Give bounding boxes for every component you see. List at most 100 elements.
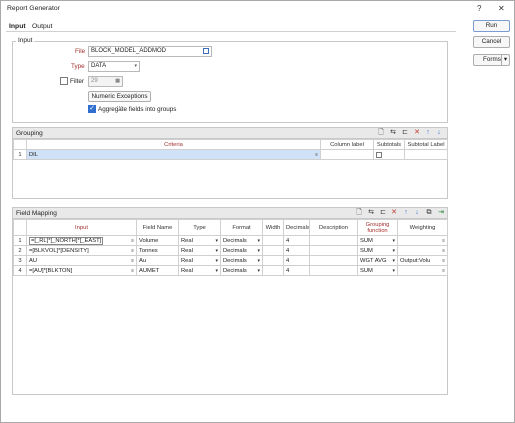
list-icon[interactable]: ≡ — [442, 248, 445, 254]
field-name-cell[interactable]: Au — [136, 255, 179, 266]
width-cell[interactable] — [262, 265, 284, 276]
list-icon[interactable]: ≡ — [131, 248, 134, 254]
move-down-icon[interactable]: ↓ — [435, 129, 443, 137]
criteria-cell[interactable]: DIL ≡ — [26, 149, 321, 160]
decimals-cell[interactable]: 4 — [283, 255, 310, 266]
input-cell[interactable]: AU ≡ — [26, 255, 137, 266]
width-cell[interactable] — [262, 255, 284, 266]
field-name-cell[interactable]: Volume — [136, 235, 179, 246]
format-cell[interactable]: Decimals ▾ — [220, 255, 263, 266]
numeric-exceptions-button[interactable]: Numeric Exceptions ... — [88, 91, 151, 109]
input-header: Input — [26, 219, 137, 236]
insert-icon[interactable]: ⇆ — [367, 209, 375, 217]
field-name-cell[interactable]: AUMET — [136, 265, 179, 276]
format-cell[interactable]: Decimals ▾ — [220, 245, 263, 256]
move-down-icon[interactable]: ↓ — [413, 209, 421, 217]
cancel-button[interactable]: Cancel — [473, 36, 510, 48]
filter-field[interactable]: 29 ▦ — [88, 76, 123, 87]
format-cell[interactable]: Decimals ▾ — [220, 265, 263, 276]
list-icon[interactable]: ≡ — [131, 268, 134, 274]
list-icon[interactable]: ≡ — [315, 152, 318, 158]
chevron-down-icon[interactable]: ▾ — [257, 268, 260, 274]
weighting-cell[interactable]: Output:Volu ≡ — [397, 255, 448, 266]
format-header: Format — [220, 219, 263, 236]
chevron-down-icon[interactable]: ▾ — [392, 268, 395, 274]
file-field[interactable]: BLOCK_MODEL_ADDMOD — [88, 46, 212, 57]
format-value: Decimals — [223, 257, 247, 264]
new-icon[interactable]: 🗋 — [377, 129, 385, 137]
list-icon[interactable]: ≡ — [131, 258, 134, 264]
chevron-down-icon[interactable]: ▾ — [215, 248, 218, 254]
insert-icon[interactable]: ⇆ — [389, 129, 397, 137]
type-select[interactable]: DATA ▾ — [88, 61, 140, 72]
browse-icon[interactable] — [203, 48, 209, 54]
type-cell[interactable]: Real ▾ — [178, 265, 221, 276]
move-up-icon[interactable]: ↑ — [424, 129, 432, 137]
chevron-down-icon[interactable]: ▾ — [392, 238, 395, 244]
tab-output[interactable]: Output — [30, 22, 54, 31]
table-row[interactable]: 1 =[_RL]*[_NORTH]*[_EAST] ≡ Volume Real ▾ … — [13, 235, 448, 246]
export-icon[interactable]: ⇥ — [437, 209, 445, 217]
chevron-down-icon[interactable]: ▾ — [215, 268, 218, 274]
chevron-down-icon[interactable]: ▾ — [257, 258, 260, 264]
width-cell[interactable] — [262, 245, 284, 256]
grouping-function-cell[interactable]: WGT AVG ▾ — [357, 255, 398, 266]
table-row[interactable]: 4 =[AU]*[BLKTON] ≡ AUMET Real ▾ Decimals ▾ … — [13, 265, 448, 276]
chevron-down-icon[interactable]: ▾ — [392, 248, 395, 254]
subtotal-label-cell[interactable] — [404, 149, 448, 160]
filter-checkbox[interactable] — [60, 77, 68, 85]
column-label-cell[interactable] — [320, 149, 374, 160]
description-cell[interactable] — [309, 265, 358, 276]
forms-dropdown-icon[interactable]: ▾ — [500, 55, 507, 65]
decimals-cell[interactable]: 4 — [283, 265, 310, 276]
chevron-down-icon[interactable]: ▾ — [215, 238, 218, 244]
chevron-down-icon[interactable]: ▾ — [392, 258, 395, 264]
delete-icon[interactable]: ✕ — [413, 129, 421, 137]
grouping-function-cell[interactable]: SUM ▾ — [357, 245, 398, 256]
list-icon[interactable]: ≡ — [131, 238, 134, 244]
table-row[interactable]: 1 DIL ≡ — [13, 149, 448, 160]
field-name-cell[interactable]: Tonnes — [136, 245, 179, 256]
tab-input[interactable]: Input — [7, 22, 28, 31]
weighting-cell[interactable]: ≡ — [397, 235, 448, 246]
chevron-down-icon[interactable]: ▾ — [257, 248, 260, 254]
input-value: =[BLKVOL]*[DENSITY] — [29, 247, 89, 254]
type-cell[interactable]: Real ▾ — [178, 255, 221, 266]
help-icon[interactable]: ? — [477, 4, 481, 13]
description-cell[interactable] — [309, 255, 358, 266]
chevron-down-icon[interactable]: ▾ — [215, 258, 218, 264]
input-cell[interactable]: =[BLKVOL]*[DENSITY] ≡ — [26, 245, 137, 256]
table-row[interactable]: 2 =[BLKVOL]*[DENSITY] ≡ Tonnes Real ▾ Deci… — [13, 245, 448, 256]
grouping-function-cell[interactable]: SUM ▾ — [357, 235, 398, 246]
new-icon[interactable]: 🗋 — [355, 209, 363, 217]
list-icon[interactable]: ≡ — [442, 258, 445, 264]
description-cell[interactable] — [309, 245, 358, 256]
list-icon[interactable]: ≡ — [442, 238, 445, 244]
subtotals-cell[interactable] — [373, 149, 405, 160]
chevron-down-icon[interactable]: ▾ — [257, 238, 260, 244]
decimals-cell[interactable]: 4 — [283, 245, 310, 256]
width-cell[interactable] — [262, 235, 284, 246]
input-cell[interactable]: =[AU]*[BLKTON] ≡ — [26, 265, 137, 276]
weighting-cell[interactable]: ≡ — [397, 245, 448, 256]
type-cell[interactable]: Real ▾ — [178, 245, 221, 256]
grouping-function-cell[interactable]: SUM ▾ — [357, 265, 398, 276]
subtotals-checkbox[interactable] — [376, 151, 382, 158]
move-up-icon[interactable]: ↑ — [402, 209, 410, 217]
aggregate-checkbox[interactable]: ✓ — [88, 105, 96, 113]
insert-row-icon[interactable]: ⊏ — [401, 129, 409, 137]
run-button[interactable]: Run — [473, 20, 510, 32]
input-cell[interactable]: =[_RL]*[_NORTH]*[_EAST] ≡ — [26, 235, 137, 246]
format-cell[interactable]: Decimals ▾ — [220, 235, 263, 246]
delete-icon[interactable]: ✕ — [390, 209, 398, 217]
list-icon[interactable]: ≡ — [442, 268, 445, 274]
copy-icon[interactable]: ⧉ — [425, 209, 433, 217]
type-cell[interactable]: Real ▾ — [178, 235, 221, 246]
close-icon[interactable]: ✕ — [498, 4, 505, 13]
decimals-cell[interactable]: 4 — [283, 235, 310, 246]
insert-row-icon[interactable]: ⊏ — [379, 209, 387, 217]
table-row[interactable]: 3 AU ≡ Au Real ▾ Decimals ▾ 4 WGT AVG ▾ Outp… — [13, 255, 448, 266]
weighting-cell[interactable]: ≡ — [397, 265, 448, 276]
forms-button[interactable]: Forms ▾ — [473, 54, 510, 66]
description-cell[interactable] — [309, 235, 358, 246]
